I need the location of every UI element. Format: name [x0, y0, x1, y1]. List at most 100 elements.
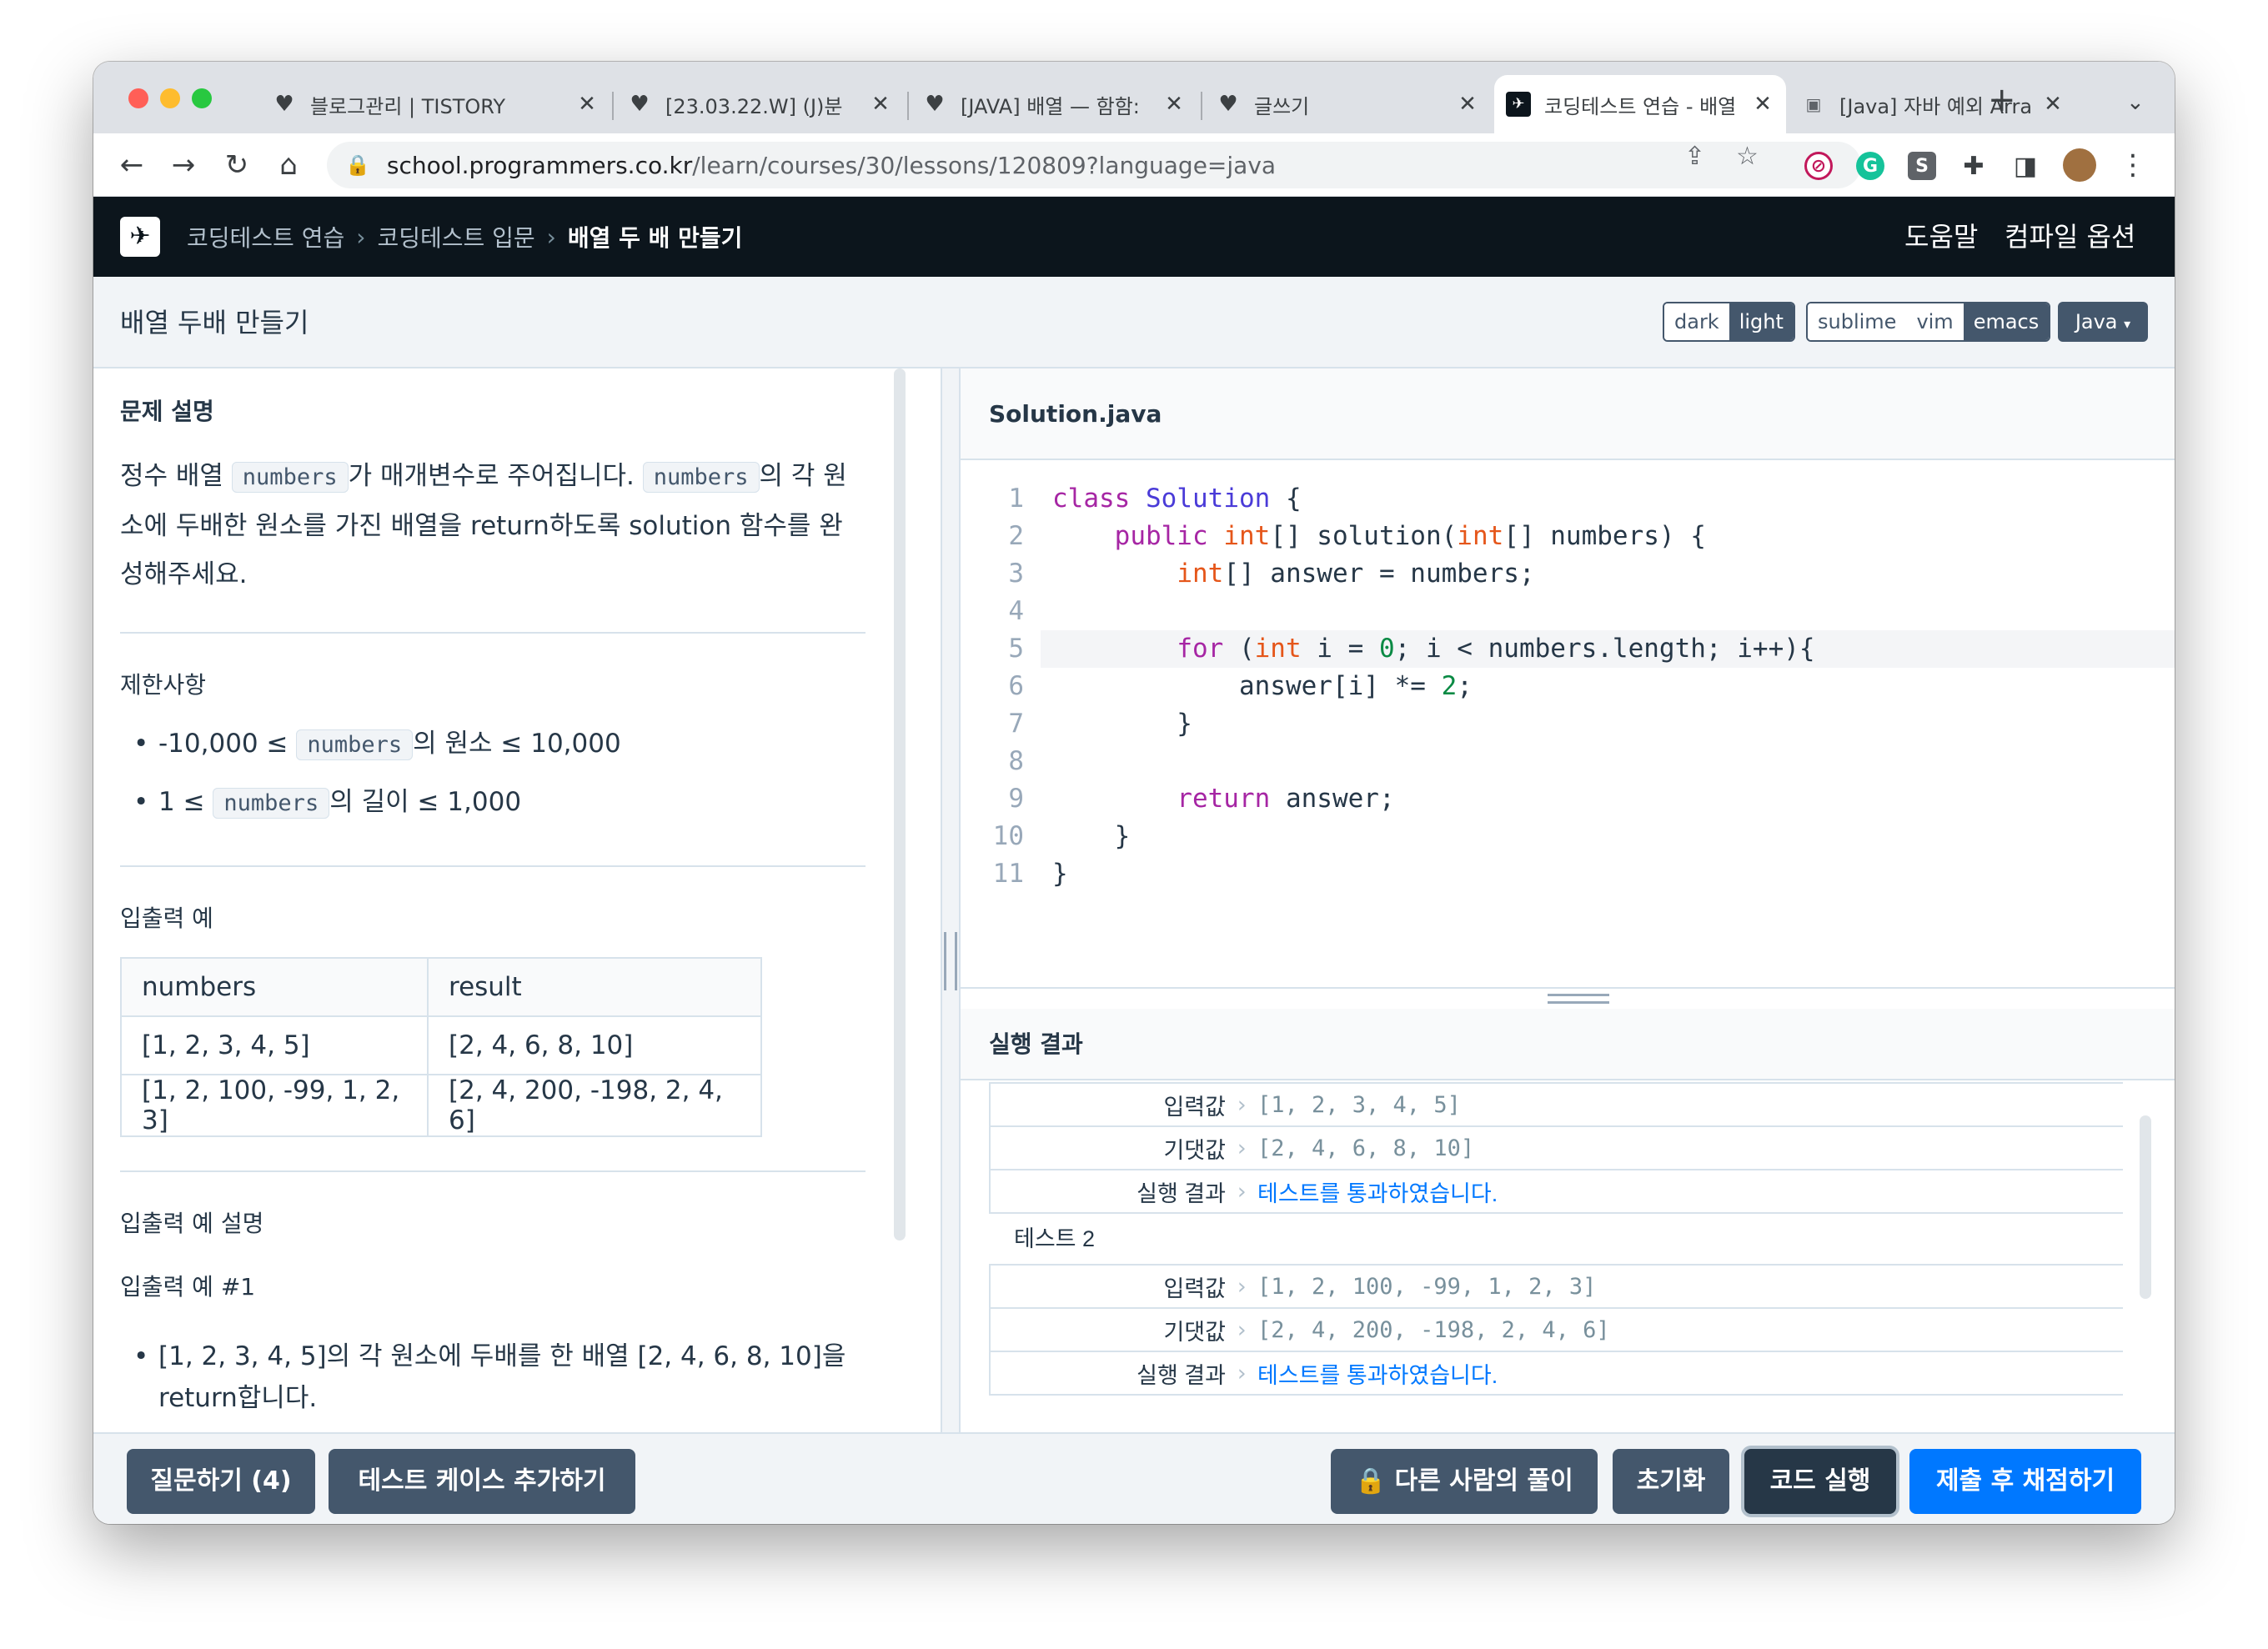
- tab-title: 코딩테스트 연습 - 배열: [1544, 94, 1737, 118]
- description-text: 정수 배열 numbers 가 매개변수로 주어집니다. numbers 의 각 원…: [120, 461, 847, 589]
- home-icon[interactable]: ⌂: [270, 145, 307, 185]
- yellow-heart-icon: ♥: [1218, 92, 1238, 117]
- reset-button[interactable]: 초기화: [1613, 1449, 1729, 1514]
- yellow-heart-icon: ♥: [925, 92, 945, 117]
- maximize-window-button[interactable]: [192, 88, 212, 108]
- code-line[interactable]: int[] answer = numbers;: [1052, 555, 1534, 593]
- programmers-logo-icon[interactable]: ✈: [120, 217, 160, 257]
- yellow-heart-icon: ♥: [274, 92, 294, 117]
- line-number: 5: [1008, 634, 1024, 664]
- back-icon[interactable]: ←: [113, 145, 150, 185]
- line-number: 9: [1008, 784, 1024, 814]
- scrollbar[interactable]: [894, 368, 906, 1241]
- file-header: Solution.java: [961, 368, 2175, 460]
- close-tab-icon[interactable]: ✕: [1456, 92, 1479, 117]
- close-window-button[interactable]: [128, 88, 148, 108]
- table-header-row: numbers result: [120, 957, 762, 1017]
- line-number: 3: [1008, 559, 1024, 589]
- forward-icon[interactable]: →: [165, 145, 202, 185]
- side-panel-icon[interactable]: ◨: [2011, 152, 2040, 181]
- tab-search-icon[interactable]: ⌄: [2126, 90, 2145, 115]
- grip-icon: [1548, 994, 1609, 1004]
- extensions-puzzle-icon[interactable]: ✚: [1959, 152, 1988, 181]
- question-button[interactable]: 질문하기 (4): [127, 1449, 315, 1514]
- browser-tab[interactable]: ▣ [Java] 자바 예외 Arra ✕: [1789, 75, 2076, 133]
- minimize-window-button[interactable]: [160, 88, 180, 108]
- tab-strip: ♥ 블로그관리 | TISTORY ✕ ♥ [23.03.22.W] (J)분 …: [93, 62, 2175, 133]
- share-icon[interactable]: ⇪: [1684, 142, 1705, 171]
- chevron-right-icon: ›: [356, 223, 366, 251]
- s-extension-icon[interactable]: S: [1908, 152, 1936, 180]
- code-line[interactable]: public int[] solution(int[] numbers) {: [1052, 518, 1706, 555]
- close-tab-icon[interactable]: ✕: [1751, 92, 1774, 117]
- keymap-sublime-button[interactable]: sublime: [1808, 303, 1907, 340]
- close-tab-icon[interactable]: ✕: [2041, 92, 2065, 117]
- more-menu-icon[interactable]: ⋮: [2115, 145, 2151, 185]
- result-resize-handle[interactable]: [961, 987, 2175, 1009]
- panel-resize-handle[interactable]: [941, 368, 961, 1432]
- chevron-right-icon: ›: [1234, 1273, 1249, 1300]
- browser-tab[interactable]: ♥ 글쓰기 ✕: [1204, 75, 1491, 133]
- code-line[interactable]: }: [1052, 705, 1192, 743]
- add-testcase-button[interactable]: 테스트 케이스 추가하기: [329, 1449, 635, 1514]
- result-value: [2, 4, 6, 8, 10]: [1257, 1135, 1475, 1161]
- run-code-button[interactable]: 코드 실행: [1744, 1449, 1896, 1514]
- grammarly-icon[interactable]: G: [1856, 152, 1884, 180]
- table-cell: [2, 4, 200, -198, 2, 4, 6]: [427, 1074, 762, 1137]
- help-link[interactable]: 도움말: [1904, 197, 1978, 277]
- browser-tab-active[interactable]: ✈ 코딩테스트 연습 - 배열 ✕: [1494, 75, 1786, 133]
- bookmark-star-icon[interactable]: ☆: [1736, 142, 1759, 171]
- io-table: numbers result [1, 2, 3, 4, 5] [2, 4, 6,…: [120, 957, 762, 1137]
- code-line[interactable]: answer[i] *= 2;: [1052, 668, 1473, 705]
- tab-title: 글쓰기: [1254, 94, 1310, 118]
- code-editor[interactable]: 1 class Solution { 2 public int[] solutio…: [961, 462, 2175, 987]
- keymap-emacs-button[interactable]: emacs: [1963, 303, 2050, 340]
- result-list: 입력값 › [1, 2, 3, 4, 5] 기댓값 › [2, 4, 6, 8, 10]…: [989, 1082, 2123, 1417]
- result-row: 기댓값 › [2, 4, 6, 8, 10]: [989, 1127, 2123, 1170]
- constraints-list: -10,000 ≤ numbers의 원소 ≤ 10,000 1 ≤ numbe…: [120, 715, 866, 832]
- table-header: numbers: [120, 957, 429, 1017]
- code-line[interactable]: for (int i = 0; i < numbers.length; i++)…: [1052, 630, 1814, 668]
- chevron-right-icon: ›: [1234, 1360, 1249, 1386]
- io-example-list: [1, 2, 3, 4, 5]의 각 원소에 두배를 한 배열 [2, 4, 6…: [120, 1336, 866, 1419]
- browser-tab[interactable]: ♥ 블로그관리 | TISTORY ✕: [260, 75, 610, 133]
- result-row: 입력값 › [1, 2, 3, 4, 5]: [989, 1082, 2123, 1127]
- lock-icon: 🔒: [1355, 1466, 1387, 1496]
- chevron-right-icon: ›: [1234, 1316, 1249, 1343]
- browser-tab[interactable]: ♥ [JAVA] 배열 — 함함: ✕: [911, 75, 1197, 133]
- scrollbar[interactable]: [2140, 1115, 2151, 1299]
- code-line[interactable]: }: [1052, 818, 1131, 855]
- block-extension-icon[interactable]: ⊘: [1804, 152, 1833, 180]
- code-line[interactable]: return answer;: [1052, 780, 1394, 818]
- compile-options-link[interactable]: 컴파일 옵션: [2005, 197, 2135, 277]
- language-dropdown[interactable]: Java ▾: [2058, 302, 2148, 342]
- divider: [120, 632, 866, 634]
- code-line[interactable]: class Solution {: [1052, 480, 1302, 518]
- submit-button[interactable]: 제출 후 채점하기: [1909, 1449, 2141, 1514]
- new-tab-icon[interactable]: +: [1988, 83, 2016, 117]
- description-heading: 문제 설명: [120, 398, 214, 425]
- breadcrumb-item[interactable]: 코딩테스트 연습: [187, 220, 344, 253]
- theme-light-button[interactable]: light: [1729, 303, 1794, 340]
- breadcrumb-item[interactable]: 코딩테스트 입문: [377, 220, 534, 253]
- chevron-right-icon: ›: [1234, 1178, 1249, 1205]
- others-solutions-button[interactable]: 🔒 다른 사람의 풀이: [1331, 1449, 1598, 1514]
- theme-dark-button[interactable]: dark: [1664, 303, 1729, 340]
- avatar[interactable]: [2063, 148, 2096, 182]
- browser-tab[interactable]: ♥ [23.03.22.W] (J)분 ✕: [615, 75, 904, 133]
- breadcrumb: 코딩테스트 연습 › 코딩테스트 입문 › 배열 두 배 만들기: [187, 197, 742, 277]
- address-bar[interactable]: 🔒 school.programmers.co.kr/learn/courses…: [327, 142, 1861, 188]
- url-host: school.programmers.co.kr: [386, 151, 693, 179]
- list-item: [1, 2, 3, 4, 5]의 각 원소에 두배를 한 배열 [2, 4, 6…: [120, 1336, 866, 1419]
- code-line[interactable]: }: [1052, 855, 1068, 893]
- keymap-vim-button[interactable]: vim: [1906, 303, 1964, 340]
- result-label: 기댓값: [1163, 1319, 1226, 1345]
- close-tab-icon[interactable]: ✕: [1162, 92, 1186, 117]
- reload-icon[interactable]: ↻: [218, 145, 255, 185]
- tab-title: 블로그관리 | TISTORY: [310, 94, 506, 118]
- close-tab-icon[interactable]: ✕: [575, 92, 599, 117]
- result-label: 기댓값: [1163, 1137, 1226, 1163]
- io-explain-heading: 입출력 예 설명: [120, 1210, 264, 1237]
- close-tab-icon[interactable]: ✕: [869, 92, 892, 117]
- result-row: 실행 결과 › 테스트를 통과하였습니다.: [989, 1170, 2123, 1214]
